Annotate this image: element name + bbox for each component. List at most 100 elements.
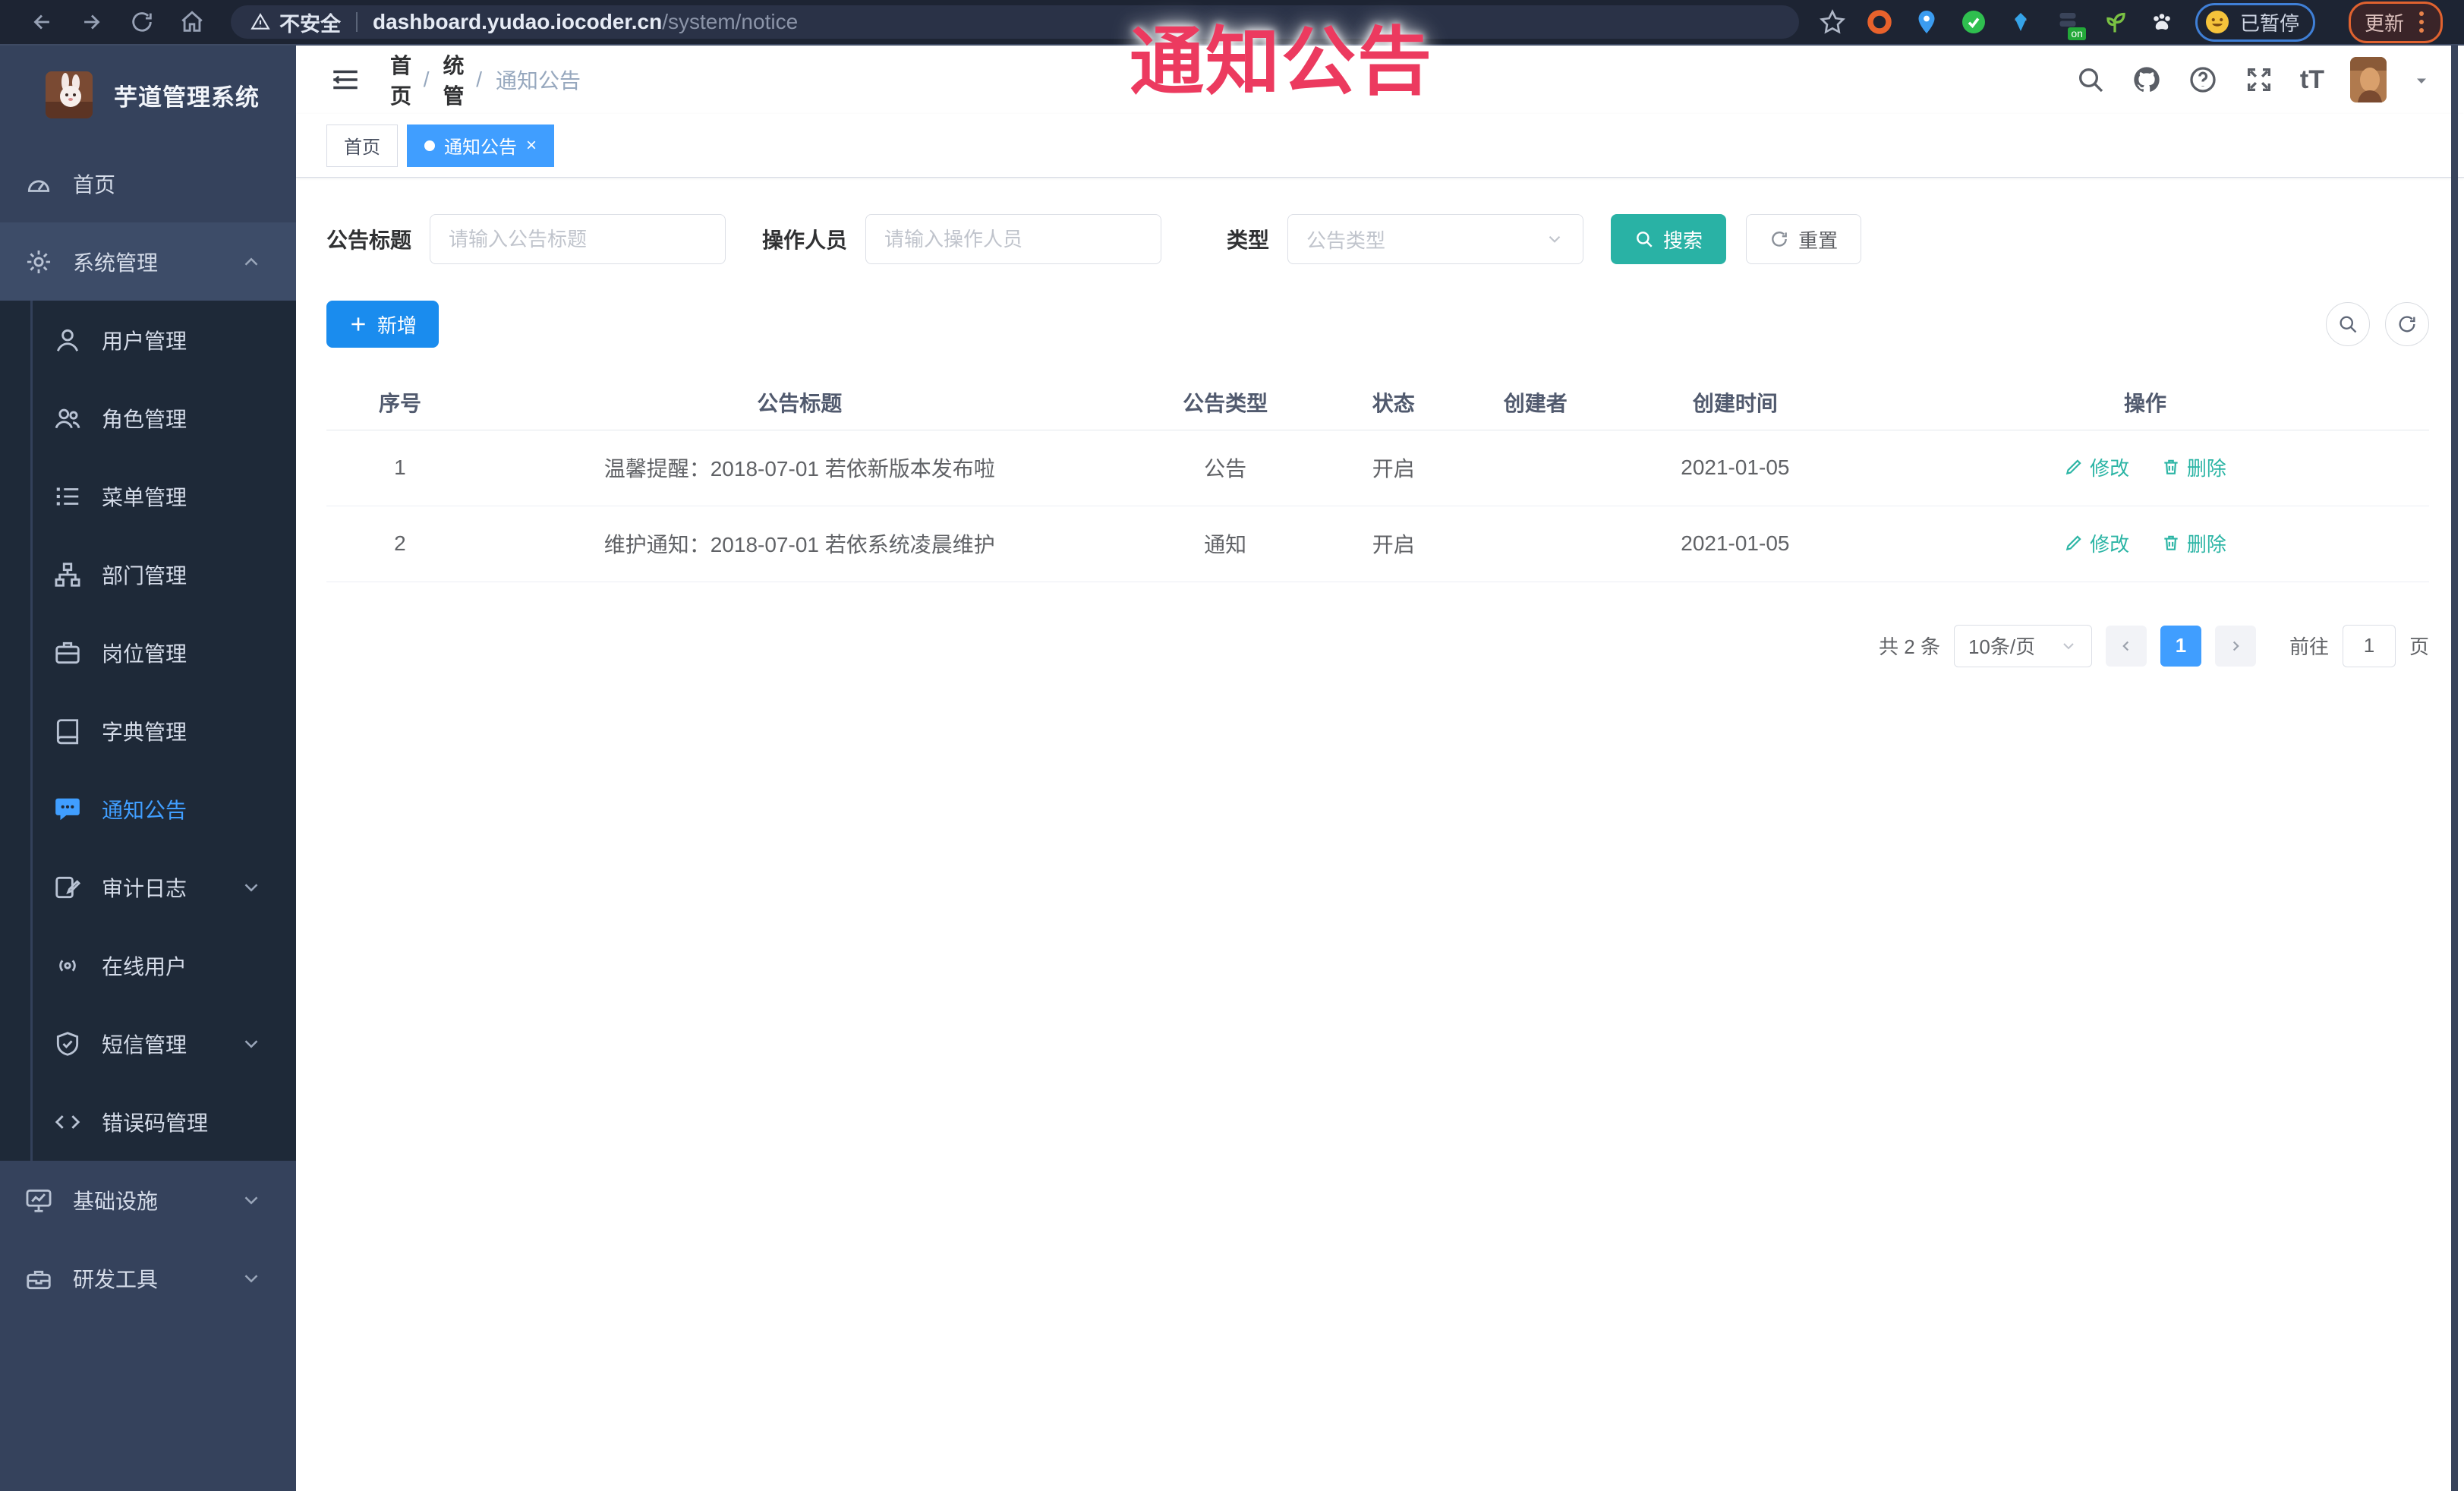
github-icon[interactable] bbox=[2132, 65, 2162, 95]
edit-label: 修改 bbox=[2090, 532, 2130, 556]
page-size-select[interactable]: 10条/页 bbox=[1953, 624, 2092, 667]
forward-icon[interactable] bbox=[79, 9, 105, 35]
edit-button[interactable]: 修改 bbox=[2064, 529, 2129, 557]
sidebar-item-online-users[interactable]: 在线用户 bbox=[0, 926, 296, 1004]
extension-gem-icon[interactable] bbox=[2007, 8, 2034, 36]
cell-creator bbox=[1461, 506, 1609, 582]
font-size-icon[interactable]: tT bbox=[2300, 67, 2324, 93]
next-page-button[interactable] bbox=[2214, 625, 2256, 667]
sitemap-icon bbox=[53, 560, 82, 589]
browser-menu-icon[interactable] bbox=[2416, 11, 2427, 33]
security-label[interactable]: 不安全 bbox=[279, 8, 341, 37]
tab-notice[interactable]: 通知公告 × bbox=[407, 124, 555, 167]
help-icon[interactable] bbox=[2188, 65, 2218, 95]
chevron-up-icon bbox=[240, 251, 263, 273]
edit-label: 修改 bbox=[2090, 456, 2130, 480]
system-submenu: 用户管理 角色管理 菜单管理 部门管理 岗位管理 字典管理 通知公告 审计日志 … bbox=[0, 301, 296, 1161]
tags-view: 首页 通知公告 × bbox=[296, 114, 2464, 178]
type-filter-select[interactable]: 公告类型 bbox=[1287, 214, 1584, 264]
sidebar-item-error-codes[interactable]: 错误码管理 bbox=[0, 1083, 296, 1161]
search-button[interactable]: 搜索 bbox=[1611, 214, 1727, 264]
edit-button[interactable]: 修改 bbox=[2064, 453, 2129, 481]
sidebar-item-dev-tools[interactable]: 研发工具 bbox=[0, 1239, 296, 1317]
breadcrumb-home[interactable]: 首页 bbox=[390, 49, 411, 110]
sidebar-item-label: 错误码管理 bbox=[102, 1111, 209, 1135]
sidebar-item-infrastructure[interactable]: 基础设施 bbox=[0, 1161, 296, 1239]
app-title: 芋道管理系统 bbox=[114, 84, 260, 111]
chevron-down-icon bbox=[240, 1032, 263, 1055]
extension-green-circle-icon[interactable] bbox=[1960, 8, 1987, 36]
total-count: 共 2 条 bbox=[1879, 635, 1940, 658]
sidebar-item-audit-log[interactable]: 审计日志 bbox=[0, 848, 296, 926]
sidebar-item-label: 基础设施 bbox=[73, 1189, 159, 1213]
back-icon[interactable] bbox=[29, 9, 55, 35]
reset-button[interactable]: 重置 bbox=[1746, 214, 1862, 264]
search-icon[interactable] bbox=[2075, 65, 2106, 95]
sidebar-item-user-mgmt[interactable]: 用户管理 bbox=[0, 301, 296, 379]
table-toolbar: 新增 bbox=[326, 264, 2429, 348]
title-filter-input[interactable] bbox=[430, 214, 726, 264]
refresh-icon bbox=[2399, 316, 2415, 333]
scrollbar[interactable] bbox=[2451, 46, 2458, 1491]
operator-filter-input[interactable] bbox=[865, 214, 1162, 264]
sidebar-toggle-icon[interactable] bbox=[329, 64, 361, 96]
bookmark-star-icon[interactable] bbox=[1819, 8, 1846, 36]
main-panel: 首页 / 系统管理 / 通知公告 tT bbox=[296, 24, 2464, 1491]
sidebar-item-menu-mgmt[interactable]: 菜单管理 bbox=[0, 457, 296, 535]
show-search-button[interactable] bbox=[2326, 302, 2370, 346]
sidebar-item-label: 审计日志 bbox=[102, 876, 187, 900]
sidebar-item-system[interactable]: 系统管理 bbox=[0, 222, 296, 301]
refresh-table-button[interactable] bbox=[2385, 302, 2429, 346]
delete-label: 删除 bbox=[2186, 456, 2226, 480]
screen: 不安全 dashboard.yudao.iocoder.cn /system/n… bbox=[0, 0, 2464, 1491]
extension-database-icon[interactable]: on bbox=[2054, 8, 2086, 40]
extension-pin-icon[interactable] bbox=[1913, 8, 1940, 36]
chevron-left-icon bbox=[2122, 641, 2129, 651]
chevron-down-icon bbox=[240, 876, 263, 899]
fullscreen-icon[interactable] bbox=[2244, 65, 2274, 95]
delete-button[interactable]: 删除 bbox=[2161, 453, 2226, 481]
update-label: 更新 bbox=[2364, 11, 2404, 35]
delete-button[interactable]: 删除 bbox=[2161, 529, 2226, 557]
browser-update-button[interactable]: 更新 bbox=[2348, 1, 2443, 43]
goto-page-input[interactable] bbox=[2342, 624, 2396, 667]
search-icon bbox=[2340, 316, 2357, 333]
page-number-1[interactable]: 1 bbox=[2160, 625, 2201, 667]
sidebar-item-label: 在线用户 bbox=[102, 954, 187, 979]
close-icon[interactable]: × bbox=[526, 136, 537, 155]
sidebar-item-notice[interactable]: 通知公告 bbox=[0, 770, 296, 848]
col-type: 公告类型 bbox=[1125, 375, 1325, 430]
app-logo[interactable]: 芋道管理系统 bbox=[0, 46, 296, 144]
monitor-icon bbox=[24, 1186, 53, 1215]
extension-leaf-icon[interactable] bbox=[2101, 8, 2128, 36]
col-index: 序号 bbox=[326, 375, 474, 430]
sidebar-item-home[interactable]: 首页 bbox=[0, 144, 296, 222]
cell-title: 温馨提醒：2018-07-01 若依新版本发布啦 bbox=[473, 430, 1126, 506]
cell-type: 公告 bbox=[1125, 430, 1325, 506]
prev-page-button[interactable] bbox=[2105, 625, 2147, 667]
users-icon bbox=[53, 404, 82, 433]
sidebar-item-dept-mgmt[interactable]: 部门管理 bbox=[0, 535, 296, 613]
broadcast-icon bbox=[53, 951, 82, 980]
avatar[interactable] bbox=[2350, 57, 2387, 102]
extension-ring-icon[interactable] bbox=[1866, 8, 1893, 36]
caret-down-icon[interactable] bbox=[2412, 71, 2431, 89]
cell-type: 通知 bbox=[1125, 506, 1325, 582]
extension-paw-icon[interactable] bbox=[2148, 8, 2176, 36]
tab-home[interactable]: 首页 bbox=[326, 124, 398, 167]
sidebar-item-sms-mgmt[interactable]: 短信管理 bbox=[0, 1004, 296, 1083]
reload-icon[interactable] bbox=[129, 9, 155, 35]
profile-paused-pill[interactable]: 已暂停 bbox=[2195, 2, 2315, 42]
table-row: 1 温馨提醒：2018-07-01 若依新版本发布啦 公告 开启 2021-01… bbox=[326, 430, 2429, 506]
home-icon[interactable] bbox=[179, 9, 205, 35]
book-icon bbox=[53, 717, 82, 746]
sidebar-item-role-mgmt[interactable]: 角色管理 bbox=[0, 379, 296, 457]
breadcrumb-separator: / bbox=[423, 68, 430, 91]
search-icon bbox=[1637, 232, 1653, 247]
sidebar-item-post-mgmt[interactable]: 岗位管理 bbox=[0, 613, 296, 692]
sidebar-item-dict-mgmt[interactable]: 字典管理 bbox=[0, 692, 296, 770]
add-button[interactable]: 新增 bbox=[326, 301, 440, 348]
table-header-row: 序号 公告标题 公告类型 状态 创建者 创建时间 操作 bbox=[326, 375, 2429, 430]
header-actions: tT bbox=[2075, 57, 2431, 102]
address-bar[interactable]: 不安全 dashboard.yudao.iocoder.cn /system/n… bbox=[231, 5, 1799, 39]
